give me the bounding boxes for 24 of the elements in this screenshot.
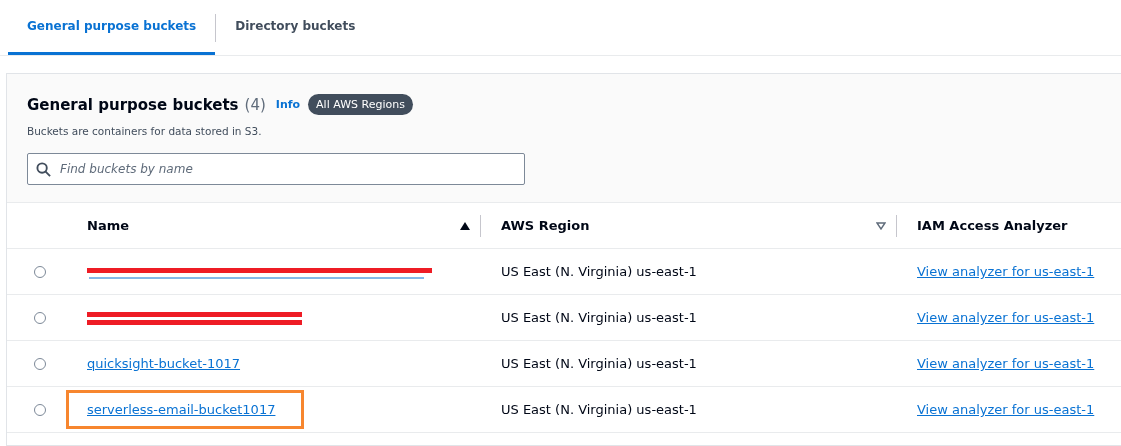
region-cell-text: US East (N. Virginia) us-east-1 [500, 264, 698, 279]
bucket-link[interactable]: quicksight-bucket-1017 [87, 356, 241, 371]
region-cell-text: US East (N. Virginia) us-east-1 [500, 402, 698, 417]
region-cell-text: US East (N. Virginia) us-east-1 [500, 310, 698, 325]
sort-ascending-icon[interactable] [460, 221, 470, 230]
bucket-link[interactable]: serverless-email-bucket1017 [66, 390, 305, 429]
info-link[interactable]: Info [275, 98, 301, 111]
analyzer-link[interactable]: View analyzer for us-east-1 [917, 310, 1095, 325]
search-icon [36, 162, 51, 177]
column-header[interactable]: Name [67, 214, 481, 237]
tab[interactable]: General purpose buckets [8, 0, 216, 55]
sort-icon[interactable] [876, 221, 886, 230]
region-cell-text: US East (N. Virginia) us-east-1 [500, 356, 698, 371]
panel-description: Buckets are containers for data stored in S3. [27, 125, 263, 137]
panel-title: General purpose buckets [27, 95, 239, 114]
analyzer-link[interactable]: View analyzer for us-east-1 [917, 264, 1095, 279]
regions-badge: All AWS Regions [308, 94, 413, 115]
search-field[interactable]: Find buckets by name [27, 153, 525, 185]
analyzer-link[interactable]: View analyzer for us-east-1 [917, 402, 1095, 417]
column-header[interactable]: AWS Region [481, 214, 897, 237]
column-header[interactable]: IAM Access Analyzer [897, 214, 1121, 237]
tab[interactable]: Directory buckets [216, 0, 375, 55]
bucket-count: (4) [244, 95, 266, 114]
analyzer-link[interactable]: View analyzer for us-east-1 [917, 356, 1095, 371]
